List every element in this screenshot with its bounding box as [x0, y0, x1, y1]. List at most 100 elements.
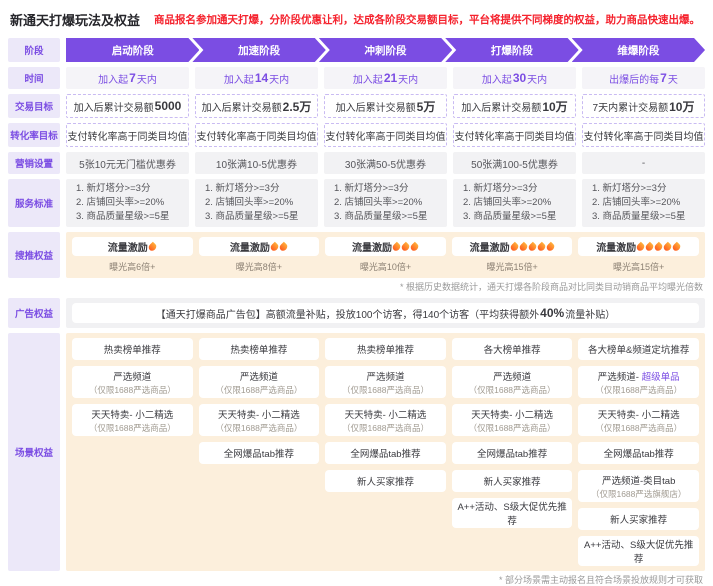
traffic-incentive-pill: 流量激励	[578, 237, 699, 256]
scene-benefit-box: 天天特卖- 小二精选（仅限1688严选商品）	[452, 404, 573, 436]
gmv-cell: 加入后累计交易额5万	[324, 94, 447, 118]
cvr-cell: 支付转化率高于同类目均值	[453, 123, 576, 147]
gmv-cell-num: 5万	[416, 98, 436, 115]
scene-footnote: * 部分场景需主动报名且符合场景投放规则才可获取	[10, 573, 703, 586]
scene-box-title: 全网爆品tab推荐	[604, 446, 674, 460]
gmv-cell: 加入后累计交易额5000	[66, 94, 189, 118]
time-cell-post: 天	[668, 71, 678, 86]
ads-text-pre: 【通天打爆商品广告包】高额流量补贴，投放100个访客，得140个访客（平均获得额…	[156, 306, 539, 321]
marketing-setup-row: 营销设置 5张10元无门槛优惠券10张满10-5优惠券30张满50-5优惠券50…	[8, 152, 705, 174]
service-line: 2. 店铺回头率>=20%	[334, 196, 422, 210]
scene-benefit-box: 严选频道- 超级单品（仅限1688严选商品）	[578, 366, 699, 398]
conversion-target-row: 转化率目标 支付转化率高于同类目均值支付转化率高于同类目均值支付转化率高于同类目…	[8, 123, 705, 147]
time-cell-num: 7	[659, 71, 668, 85]
scene-box-title: 天天特卖- 小二精选	[91, 407, 173, 421]
flame-icon	[545, 241, 556, 252]
scene-box-main-text: A++活动、S级大促优先推荐	[584, 540, 693, 565]
scene-benefit-box: 全网爆品tab推荐	[325, 442, 446, 464]
marketing-cell: -	[582, 152, 705, 174]
scene-benefit-column: 热卖榜单推荐严选频道（仅限1688严选商品）天天特卖- 小二精选（仅限1688严…	[72, 338, 193, 566]
scene-box-restriction: （仅限1688严选商品）	[342, 422, 429, 434]
service-standard-row: 服务标准 1. 新灯塔分>=3分2. 店铺回头率>=20%3. 商品质量星级>=…	[8, 179, 705, 227]
scene-benefit-column: 各大榜单&频道定坑推荐严选频道- 超级单品（仅限1688严选商品）天天特卖- 小…	[578, 338, 699, 566]
time-cell: 加入起7天内	[66, 67, 189, 89]
scene-box-title: 新人买家推荐	[610, 512, 667, 526]
time-cell-num: 21	[383, 71, 398, 85]
cvr-cell: 支付转化率高于同类目均值	[66, 123, 189, 147]
stage-arrow: 冲刺阶段	[319, 38, 452, 62]
gmv-cell-pre: 加入后累计交易额	[336, 99, 416, 114]
time-cell-pre: 加入起	[224, 71, 254, 86]
row-label-cvr: 转化率目标	[8, 123, 60, 147]
stage-arrow: 打爆阶段	[445, 38, 578, 62]
scene-box-restriction: （仅限1688严选商品）	[215, 384, 302, 396]
time-cell-post: 天内	[527, 71, 547, 86]
scene-box-title: 各大榜单推荐	[484, 342, 541, 356]
service-line: 2. 店铺回头率>=20%	[463, 196, 551, 210]
service-line: 3. 商品质量星级>=5星	[76, 210, 169, 224]
gmv-cell-num: 5000	[154, 99, 182, 113]
scene-box-title: 热卖榜单推荐	[230, 342, 287, 356]
scene-box-main-text: 严选频道	[113, 372, 151, 383]
time-cell-post: 天内	[137, 71, 157, 86]
scene-benefit-box: 全网爆品tab推荐	[578, 442, 699, 464]
scene-benefit-box: 新人买家推荐	[325, 470, 446, 492]
cvr-cell: 支付转化率高于同类目均值	[195, 123, 318, 147]
service-cell: 1. 新灯塔分>=3分2. 店铺回头率>=20%3. 商品质量星级>=5星	[66, 179, 189, 227]
scene-box-restriction: （仅限1688严选商品）	[595, 384, 682, 396]
service-line: 1. 新灯塔分>=3分	[592, 182, 666, 196]
scene-box-restriction: （仅限1688严选商品）	[595, 422, 682, 434]
service-line: 3. 商品质量星级>=5星	[592, 210, 685, 224]
gmv-cell-pre: 加入后累计交易额	[461, 99, 541, 114]
scene-benefit-box: 天天特卖- 小二精选（仅限1688严选商品）	[72, 404, 193, 436]
gmv-cell: 加入后累计交易额2.5万	[195, 94, 318, 118]
service-line: 3. 商品质量星级>=5星	[334, 210, 427, 224]
time-row: 时间 加入起7天内加入起14天内加入起21天内加入起30天内出爆后的每7天	[8, 67, 705, 89]
scene-benefit-box: 热卖榜单推荐	[325, 338, 446, 360]
traffic-incentive-pill: 流量激励	[452, 237, 573, 256]
scene-benefit-box: 严选频道（仅限1688严选商品）	[72, 366, 193, 398]
ads-benefit-band: 【通天打爆商品广告包】高额流量补贴，投放100个访客，得140个访客（平均获得额…	[66, 298, 705, 328]
scene-box-highlight-text: 超级单品	[642, 372, 680, 383]
row-label-gmv: 交易目标	[8, 94, 60, 118]
gmv-cell-num: 10万	[541, 98, 567, 115]
scene-box-restriction: （仅限1688严选商品）	[469, 384, 556, 396]
page-title: 新通天打爆玩法及权益	[10, 10, 140, 29]
service-line: 1. 新灯塔分>=3分	[76, 182, 150, 196]
scene-box-title: 天天特卖- 小二精选	[345, 407, 427, 421]
service-line: 2. 店铺回头率>=20%	[205, 196, 293, 210]
scene-box-restriction: （仅限1688严选商品）	[89, 422, 176, 434]
time-cell-num: 30	[512, 71, 527, 85]
scene-box-main-text: A++活动、S级大促优先推荐	[457, 502, 566, 527]
scene-box-title: 严选频道	[366, 369, 404, 383]
scene-benefit-box: 各大榜单推荐	[452, 338, 573, 360]
search-benefit-grid: 流量激励曝光高6倍+流量激励曝光高8倍+流量激励曝光高10倍+流量激励曝光高15…	[72, 237, 699, 273]
service-cell: 1. 新灯塔分>=3分2. 店铺回头率>=20%3. 商品质量星级>=5星	[582, 179, 705, 227]
time-cell-pre: 加入起	[98, 71, 128, 86]
scene-box-main-text: 全网爆品tab推荐	[350, 449, 420, 460]
time-cell-pre: 出爆后的每	[609, 71, 659, 86]
scene-benefit-band: 热卖榜单推荐严选频道（仅限1688严选商品）天天特卖- 小二精选（仅限1688严…	[66, 333, 705, 571]
scene-box-title: 严选频道	[113, 369, 151, 383]
scene-box-title: 热卖榜单推荐	[357, 342, 414, 356]
scene-box-restriction: （仅限1688严选旗舰店）	[591, 488, 686, 500]
service-line: 3. 商品质量星级>=5星	[205, 210, 298, 224]
scene-box-title: A++活动、S级大促优先推荐	[580, 537, 697, 565]
scene-box-main-text: 全网爆品tab推荐	[604, 449, 674, 460]
time-cell: 加入起14天内	[195, 67, 318, 89]
row-label-service: 服务标准	[8, 179, 60, 227]
page-header: 新通天打爆玩法及权益 商品报名参加通天打爆，分阶段优惠让利，达成各阶段交易额目标…	[10, 10, 703, 29]
search-benefit-cell: 流量激励曝光高15倍+	[578, 237, 699, 273]
service-cell: 1. 新灯塔分>=3分2. 店铺回头率>=20%3. 商品质量星级>=5星	[324, 179, 447, 227]
scene-box-main-text: 天天特卖- 小二精选	[218, 410, 300, 421]
scene-box-title: 全网爆品tab推荐	[350, 446, 420, 460]
time-cell: 出爆后的每7天	[582, 67, 705, 89]
scene-box-title: 全网爆品tab推荐	[477, 446, 547, 460]
row-label-time: 时间	[8, 67, 60, 89]
scene-box-main-text: 严选频道-类目tab	[602, 476, 675, 487]
scene-box-title: 各大榜单&频道定坑推荐	[588, 342, 689, 356]
search-benefit-cell: 流量激励曝光高10倍+	[325, 237, 446, 273]
scene-box-main-text: 严选频道	[240, 372, 278, 383]
time-cell-num: 7	[128, 71, 137, 85]
scene-box-main-text: 严选频道	[493, 372, 531, 383]
